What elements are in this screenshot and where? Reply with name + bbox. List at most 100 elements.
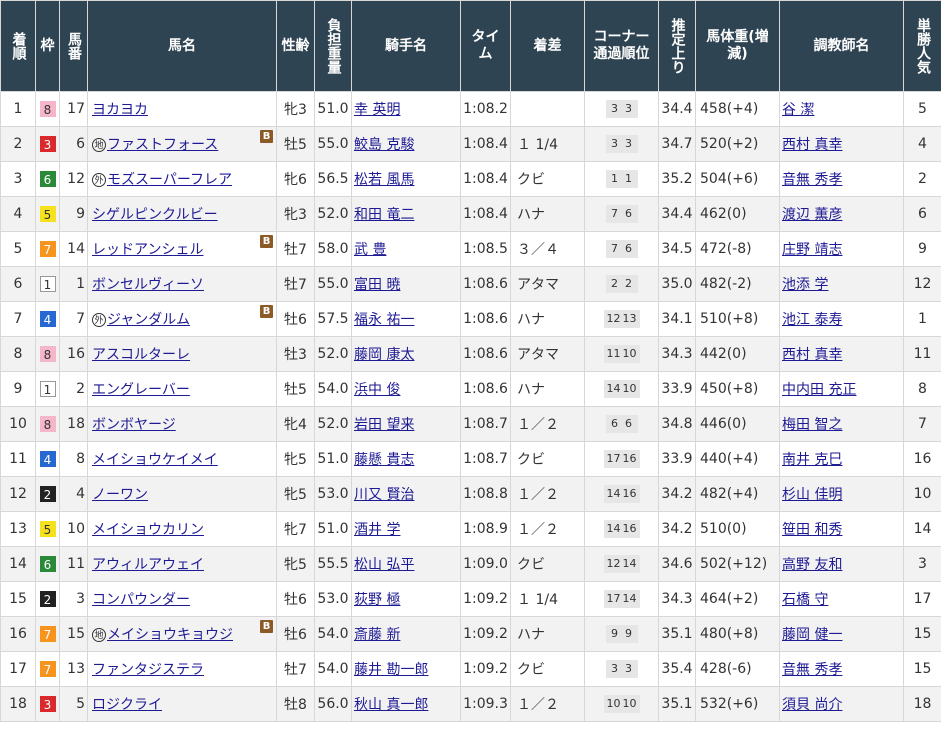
body-weight-cell: 446(0) (695, 406, 780, 442)
trainer-link[interactable]: 谷 潔 (782, 102, 814, 118)
sexage-cell: 牝5 (276, 476, 315, 512)
horse-cell: ヨカヨカ (87, 91, 277, 127)
waku-badge: 5 (39, 205, 56, 222)
jockey-link[interactable]: 荻野 極 (354, 592, 400, 608)
popularity-cell: 11 (903, 336, 941, 372)
weight-cell: 54.0 (314, 616, 352, 652)
last3f-cell: 34.3 (658, 336, 696, 372)
sexage-cell: 牡3 (276, 336, 315, 372)
table-row: 2 3 6 地ファストフォース B 牡5 55.0 鮫島 克駿 1:08.4 １ 1/4 3 3 34.… (0, 126, 941, 162)
jockey-link[interactable]: 鮫島 克駿 (354, 137, 414, 153)
horse-link[interactable]: アウィルアウェイ (92, 557, 204, 573)
margin-cell: クビ (510, 546, 585, 582)
margin-cell: ハナ (510, 616, 585, 652)
horse-link[interactable]: モズスーパーフレア (107, 172, 232, 188)
time-cell: 1:08.6 (460, 371, 511, 407)
trainer-link[interactable]: 西村 真幸 (782, 347, 842, 363)
trainer-link[interactable]: 南井 克巳 (782, 452, 842, 468)
waku-cell: 4 (35, 301, 60, 337)
jockey-link[interactable]: 幸 英明 (354, 102, 400, 118)
corner-box: 10 10 (603, 695, 640, 713)
trainer-link[interactable]: 池添 学 (782, 277, 828, 293)
umaban-cell: 9 (59, 196, 88, 232)
waku-cell: 8 (35, 336, 60, 372)
umaban-cell: 15 (59, 616, 88, 652)
horse-link[interactable]: ボンボヤージ (92, 417, 176, 433)
jockey-link[interactable]: 藤岡 康太 (354, 347, 414, 363)
jockey-link[interactable]: 富田 暁 (354, 277, 400, 293)
corner-box: 14 10 (603, 380, 640, 398)
corner-1: 9 (611, 627, 618, 640)
jockey-link[interactable]: 松山 弘平 (354, 557, 414, 573)
horse-link[interactable]: エングレーバー (92, 382, 190, 398)
horse-link[interactable]: ファストフォース (107, 137, 218, 153)
jockey-link[interactable]: 武 豊 (354, 242, 386, 258)
horse-link[interactable]: レッドアンシェル (92, 242, 203, 258)
horse-link[interactable]: メイショウカリン (92, 522, 204, 538)
umaban-cell: 5 (59, 686, 88, 722)
weight-cell: 55.0 (314, 126, 352, 162)
horse-link[interactable]: シゲルピンクルビー (92, 207, 218, 223)
jockey-link[interactable]: 酒井 学 (354, 522, 400, 538)
horse-link[interactable]: ファンタジステラ (92, 662, 204, 678)
waku-badge: 3 (39, 695, 56, 712)
time-cell: 1:08.6 (460, 336, 511, 372)
jockey-link[interactable]: 藤井 勘一郎 (354, 662, 428, 678)
horse-link[interactable]: メイショウキョウジ (107, 627, 233, 643)
trainer-link[interactable]: 笹田 和秀 (782, 522, 842, 538)
trainer-cell: 西村 真幸 (779, 336, 904, 372)
trainer-link[interactable]: 池江 泰寿 (782, 312, 842, 328)
horse-cell: アウィルアウェイ (87, 546, 277, 582)
jockey-link[interactable]: 斎藤 新 (354, 627, 400, 643)
trainer-link[interactable]: 杉山 佳明 (782, 487, 842, 503)
trainer-link[interactable]: 高野 友和 (782, 557, 842, 573)
trainer-link[interactable]: 中内田 充正 (782, 382, 856, 398)
time-cell: 1:08.6 (460, 266, 511, 302)
horse-link[interactable]: ボンセルヴィーソ (92, 277, 204, 293)
table-row: 11 4 8 メイショウケイメイ 牝5 51.0 藤懸 貴志 1:08.7 クビ 17 16 33.9… (0, 441, 941, 477)
trainer-link[interactable]: 須貝 尚介 (782, 697, 842, 713)
corner-1: 12 (606, 557, 621, 570)
horse-link[interactable]: コンパウンダー (92, 592, 190, 608)
horse-link[interactable]: ロジクライ (92, 697, 162, 713)
jockey-link[interactable]: 松若 風馬 (354, 172, 414, 188)
horse-link[interactable]: ヨカヨカ (92, 102, 148, 118)
weight-cell: 54.0 (314, 371, 352, 407)
jockey-link[interactable]: 岩田 望来 (354, 417, 414, 433)
jockey-link[interactable]: 藤懸 貴志 (354, 452, 414, 468)
horse-link[interactable]: アスコルターレ (92, 347, 190, 363)
trainer-link[interactable]: 音無 秀孝 (782, 662, 842, 678)
jockey-link[interactable]: 和田 竜二 (354, 207, 414, 223)
jockey-link[interactable]: 秋山 真一郎 (354, 697, 428, 713)
trainer-link[interactable]: 石橋 守 (782, 592, 828, 608)
last3f-cell: 35.4 (658, 651, 696, 687)
waku-cell: 7 (35, 616, 60, 652)
trainer-link[interactable]: 西村 真幸 (782, 137, 842, 153)
trainer-link[interactable]: 梅田 智之 (782, 417, 842, 433)
jockey-link[interactable]: 福永 祐一 (354, 312, 414, 328)
header-corner: コーナー通過順位 (584, 0, 659, 92)
corner-cell: 76 (584, 231, 659, 267)
waku-badge: 7 (39, 240, 56, 257)
jockey-cell: 松山 弘平 (351, 546, 461, 582)
popularity-cell: 2 (903, 161, 941, 197)
trainer-link[interactable]: 庄野 靖志 (782, 242, 842, 258)
header-trainer: 調教師名 (779, 0, 904, 92)
horse-cell: コンパウンダー (87, 581, 277, 617)
corner-box: 66 (605, 415, 638, 433)
popularity-cell: 10 (903, 476, 941, 512)
horse-link[interactable]: ジャンダルム (107, 312, 190, 328)
waku-cell: 2 (35, 581, 60, 617)
horse-link[interactable]: ノーワン (92, 487, 148, 503)
weight-cell: 52.0 (314, 196, 352, 232)
trainer-link[interactable]: 藤岡 健一 (782, 627, 842, 643)
weight-cell: 56.0 (314, 686, 352, 722)
rank-cell: 3 (0, 161, 36, 197)
horse-link[interactable]: メイショウケイメイ (92, 452, 218, 468)
trainer-link[interactable]: 音無 秀孝 (782, 172, 842, 188)
jockey-link[interactable]: 浜中 俊 (354, 382, 400, 398)
horse-cell: 地メイショウキョウジ B (87, 616, 277, 652)
horse-cell: ノーワン (87, 476, 277, 512)
jockey-link[interactable]: 川又 賢治 (354, 487, 414, 503)
trainer-link[interactable]: 渡辺 薫彦 (782, 207, 842, 223)
